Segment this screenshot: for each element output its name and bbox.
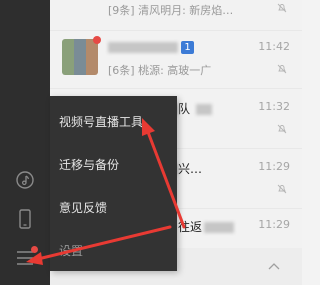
chat-row-title-text: 队 bbox=[178, 102, 191, 116]
chat-row-title: 1 bbox=[108, 40, 194, 54]
menu-item-migrate-backup[interactable]: 迁移与备份 bbox=[59, 156, 119, 173]
blurred-name bbox=[196, 104, 213, 115]
chat-row-time: 11:29 bbox=[258, 218, 290, 231]
avatar bbox=[62, 39, 98, 75]
phone-icon[interactable] bbox=[13, 207, 37, 231]
mute-icon bbox=[277, 64, 287, 74]
chat-row-time: 11:42 bbox=[258, 40, 290, 53]
menu-unread-dot bbox=[31, 246, 38, 253]
chat-row-time: 11:29 bbox=[258, 160, 290, 173]
menu-item-feedback[interactable]: 意见反馈 bbox=[59, 199, 107, 216]
mute-icon bbox=[277, 3, 287, 13]
chat-row-subtitle: [9条] 清风明月: 新房焰… bbox=[108, 4, 234, 17]
blurred-name bbox=[108, 42, 178, 53]
chat-row-subtitle: [6条] 桃源: 高玻一广 bbox=[108, 64, 212, 77]
chat-row-time: 11:32 bbox=[258, 100, 290, 113]
mute-icon bbox=[277, 184, 287, 194]
sidebar bbox=[0, 0, 50, 285]
chat-row-title: 往返 bbox=[178, 218, 235, 235]
menu-item-channels-live-tool[interactable]: 视频号直播工具 bbox=[59, 113, 143, 130]
chevron-up-icon[interactable] bbox=[268, 262, 280, 270]
count-badge: 1 bbox=[181, 41, 194, 54]
unread-dot bbox=[93, 36, 101, 44]
more-menu-popup: 视频号直播工具 迁移与备份 意见反馈 设置 bbox=[50, 96, 177, 271]
music-icon[interactable] bbox=[13, 168, 37, 192]
chat-row[interactable]: 1 [6条] 桃源: 高玻一广 11:42 bbox=[50, 28, 302, 89]
chat-row[interactable]: [9条] 清风明月: 新房焰… bbox=[50, 0, 302, 31]
chat-row-title-text: 往返 bbox=[178, 220, 203, 234]
mute-icon bbox=[277, 124, 287, 134]
menu-item-settings[interactable]: 设置 bbox=[59, 242, 83, 259]
blurred-name bbox=[204, 222, 235, 233]
chat-row-title-text: 兴… bbox=[178, 162, 203, 176]
wechat-window: [9条] 清风明月: 新房焰… 1 [6条] 桃源: 高玻一广 11:42 队 … bbox=[0, 0, 302, 285]
